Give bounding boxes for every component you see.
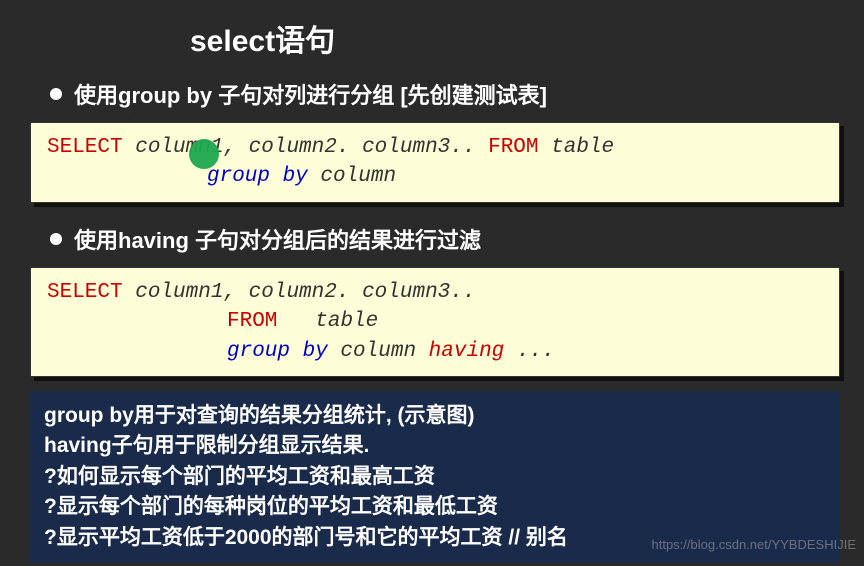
summary-line-4: ?显示每个部门的每种岗位的平均工资和最低工资	[44, 492, 826, 522]
keyword-groupby: group by	[207, 165, 308, 188]
column-text: column	[308, 165, 396, 188]
keyword-having: having	[429, 340, 505, 363]
bullet-icon	[50, 233, 62, 245]
code2-line1: SELECT column1, column2. column3..	[47, 278, 823, 307]
keyword-select: SELECT	[47, 281, 123, 304]
gap-text	[277, 310, 315, 333]
code2-line2: FROM table	[47, 307, 823, 336]
section2-heading-row: 使用having 子句对分组后的结果进行过滤	[0, 217, 864, 263]
code2-line3: group by column having ...	[47, 337, 823, 366]
columns-text: column1, column2. column3..	[123, 136, 488, 159]
summary-line-1: group by用于对查询的结果分组统计, (示意图)	[44, 401, 826, 431]
slide-title: select语句	[0, 0, 864, 72]
column-text: column	[328, 340, 429, 363]
section2-heading: 使用having 子句对分组后的结果进行过滤	[74, 223, 481, 255]
code1-line2: group by column	[47, 162, 823, 191]
code1-line1: SELECT column1, column2. column3.. FROM …	[47, 133, 823, 162]
summary-line-2: having子句用于限制分组显示结果.	[44, 431, 826, 461]
keyword-select: SELECT	[47, 136, 123, 159]
section1-heading-row: 使用group by 子句对列进行分组 [先创建测试表]	[0, 72, 864, 118]
table-text: table	[315, 310, 378, 333]
code-block-1: SELECT column1, column2. column3.. FROM …	[30, 122, 840, 203]
pointer-dot-icon	[189, 139, 219, 169]
bullet-icon	[50, 88, 62, 100]
watermark-text: https://blog.csdn.net/YYBDESHIJIE	[652, 537, 857, 552]
table-text: table	[539, 136, 615, 159]
section1-heading: 使用group by 子句对列进行分组 [先创建测试表]	[74, 78, 547, 110]
keyword-groupby: group by	[227, 340, 328, 363]
summary-line-3: ?如何显示每个部门的平均工资和最高工资	[44, 462, 826, 492]
keyword-from: FROM	[227, 310, 277, 333]
dots-text: ...	[504, 340, 554, 363]
keyword-from: FROM	[488, 136, 538, 159]
code-block-2: SELECT column1, column2. column3.. FROM …	[30, 267, 840, 377]
columns-text: column1, column2. column3..	[123, 281, 476, 304]
